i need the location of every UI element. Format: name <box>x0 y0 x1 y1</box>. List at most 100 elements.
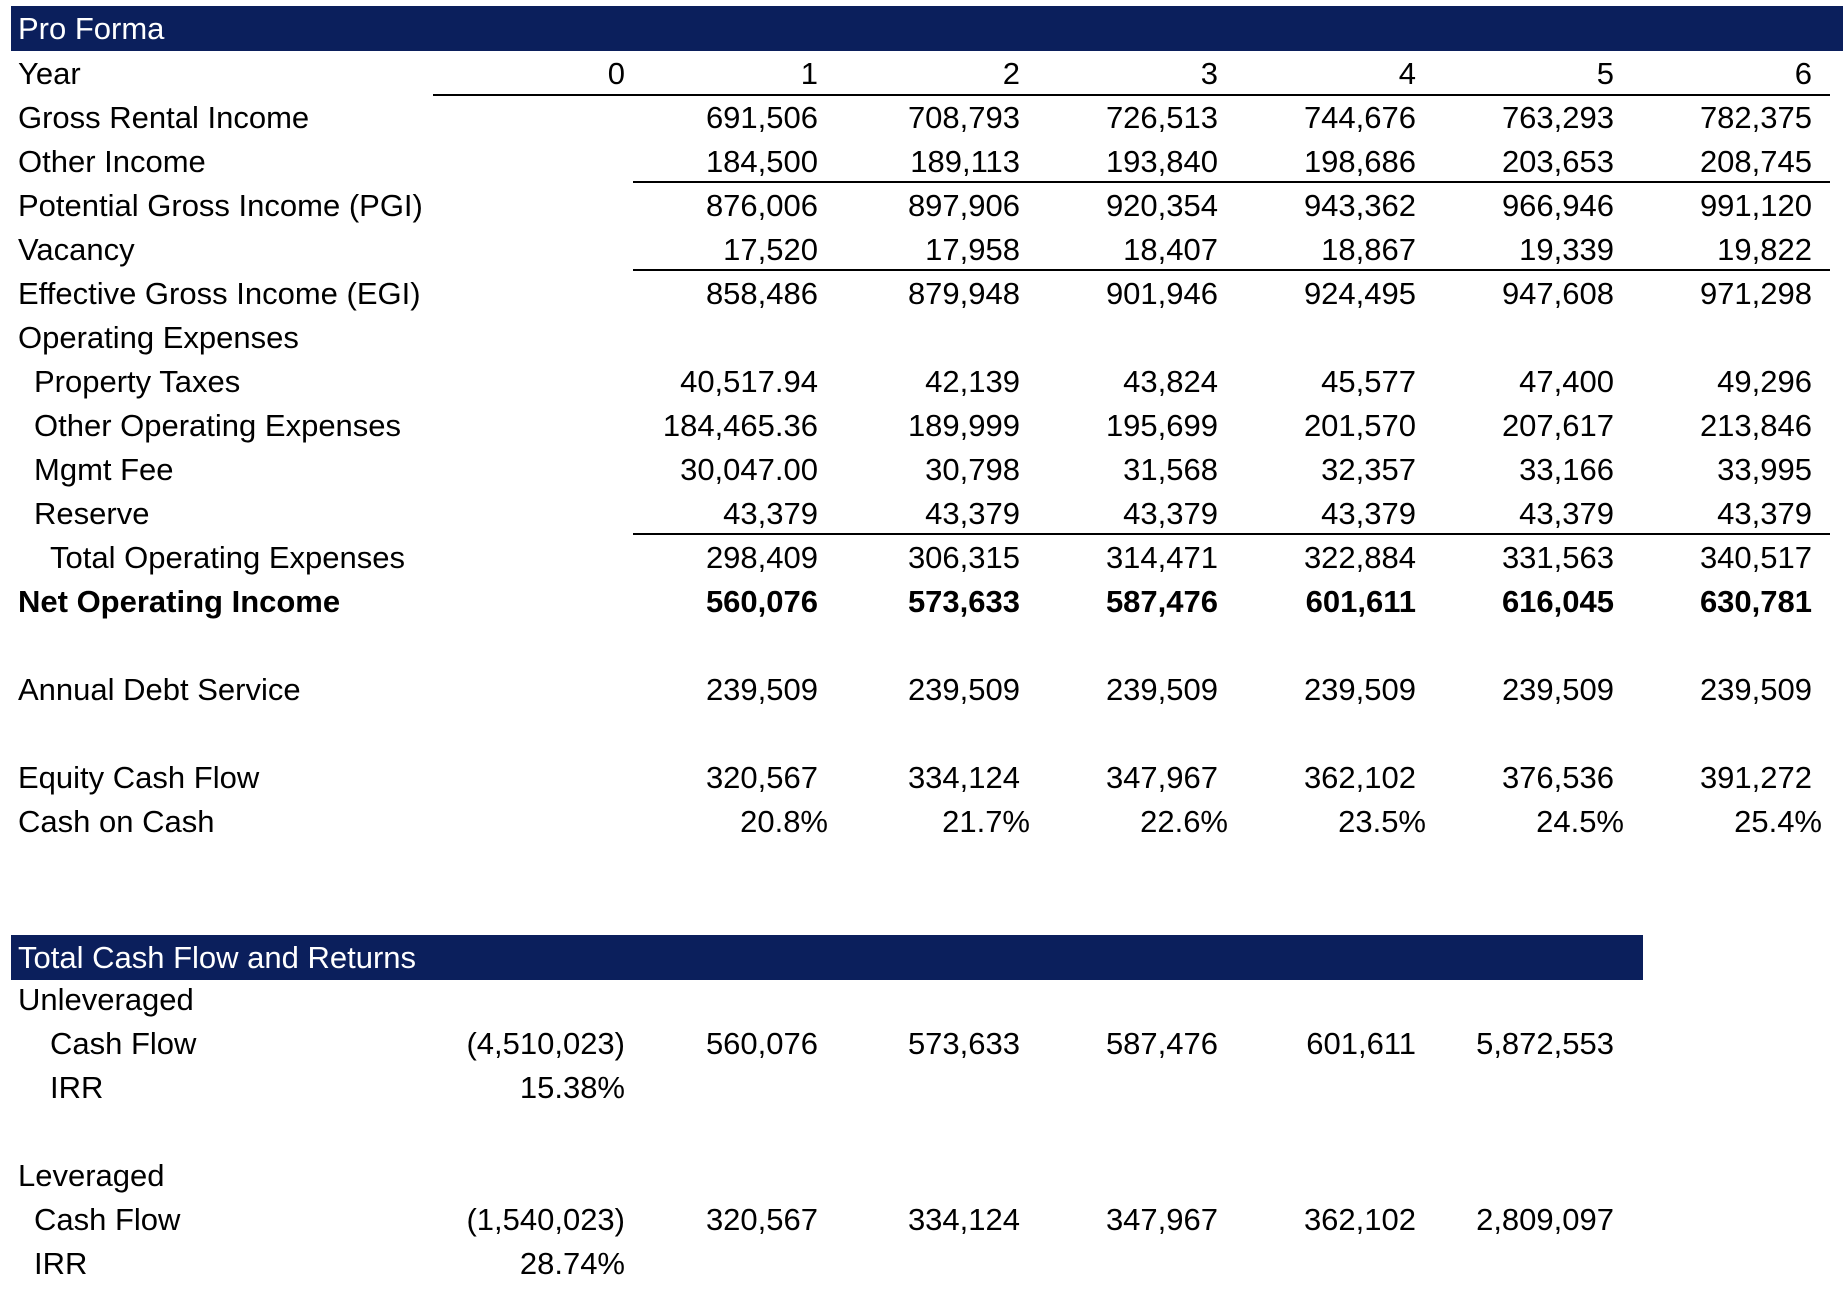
table-cell: 213,846 <box>1699 408 1812 443</box>
table-cell: 347,967 <box>1105 760 1218 795</box>
irr-value: 15.38% <box>519 1070 625 1105</box>
table-cell: 239,509 <box>1501 672 1614 707</box>
table-cell: 184,500 <box>705 144 818 179</box>
table-cell: 19,822 <box>1717 232 1812 267</box>
table-cell: 322,884 <box>1303 540 1416 575</box>
row-label: Total Operating Expenses <box>50 540 405 575</box>
table-cell: 207,617 <box>1501 408 1614 443</box>
table-cell: 42,139 <box>925 364 1020 399</box>
pro-forma-row: Effective Gross Income (EGI) 858,486 879,9… <box>0 272 1844 316</box>
table-cell: 897,906 <box>907 188 1020 223</box>
year-header-cell: 6 <box>1794 56 1812 91</box>
table-cell: 376,536 <box>1501 760 1614 795</box>
table-cell: 947,608 <box>1501 276 1614 311</box>
table-cell: 33,995 <box>1717 452 1812 487</box>
year-header-cell: 2 <box>1002 56 1020 91</box>
table-cell: 20.8% <box>740 804 828 839</box>
table-cell: 17,520 <box>723 232 818 267</box>
subtotal-rule <box>633 533 1830 535</box>
table-cell: 726,513 <box>1105 100 1218 135</box>
year-header-cell: 3 <box>1200 56 1218 91</box>
row-label: Vacancy <box>18 232 135 267</box>
table-cell: 33,166 <box>1519 452 1614 487</box>
irr-value: 28.74% <box>519 1246 625 1281</box>
table-cell: 24.5% <box>1536 804 1624 839</box>
table-cell: 966,946 <box>1501 188 1614 223</box>
table-cell: 943,362 <box>1303 188 1416 223</box>
table-cell: 334,124 <box>907 1202 1020 1237</box>
table-cell: 876,006 <box>705 188 818 223</box>
row-label: Net Operating Income <box>18 584 341 619</box>
table-cell: 320,567 <box>705 1202 818 1237</box>
subtotal-rule <box>633 181 1830 183</box>
pro-forma-row: Potential Gross Income (PGI) 876,006 897,9… <box>0 184 1844 228</box>
row-label: Property Taxes <box>34 364 241 399</box>
table-cell: 560,076 <box>705 1026 818 1061</box>
table-cell: 920,354 <box>1105 188 1218 223</box>
table-cell: 708,793 <box>907 100 1020 135</box>
table-cell: 23.5% <box>1338 804 1426 839</box>
leveraged-irr-row: IRR 28.74% <box>0 1242 1844 1286</box>
pro-forma-row: Operating Expenses <box>0 316 1844 360</box>
table-cell: 991,120 <box>1699 188 1812 223</box>
table-cell: 391,272 <box>1699 760 1812 795</box>
pro-forma-row: Annual Debt Service 239,509 239,509 239,509… <box>0 668 1844 712</box>
table-cell: 32,357 <box>1321 452 1416 487</box>
table-cell: 193,840 <box>1105 144 1218 179</box>
table-cell: 587,476 <box>1105 1026 1218 1061</box>
table-cell: 362,102 <box>1303 1202 1416 1237</box>
unleveraged-row: Unleveraged <box>0 978 1844 1022</box>
table-cell: 971,298 <box>1699 276 1812 311</box>
pro-forma-row: Cash on Cash 20.8% 21.7% 22.6% 23.5% 24.5% 25.… <box>0 800 1844 844</box>
row-label: Potential Gross Income (PGI) <box>18 188 423 223</box>
table-cell: 208,745 <box>1699 144 1812 179</box>
leveraged-cash-flow-row: Cash Flow (1,540,023) 320,567 334,124 347,96… <box>0 1198 1844 1242</box>
pro-forma-row: Other Operating Expenses 184,465.36 189,99… <box>0 404 1844 448</box>
table-cell: 239,509 <box>705 672 818 707</box>
year-header-cell: 0 <box>607 56 625 91</box>
table-cell: 43,379 <box>1123 496 1218 531</box>
table-cell: 601,611 <box>1305 584 1416 619</box>
table-cell: 45,577 <box>1321 364 1416 399</box>
pro-forma-row: Vacancy 17,520 17,958 18,407 18,867 19,339 19,… <box>0 228 1844 272</box>
table-cell: 43,379 <box>723 496 818 531</box>
table-cell: 201,570 <box>1303 408 1416 443</box>
table-cell: 314,471 <box>1105 540 1218 575</box>
row-label: Cash Flow <box>34 1202 181 1237</box>
pro-forma-row: Property Taxes 40,517.94 42,139 43,824 45,57… <box>0 360 1844 404</box>
row-label: Other Operating Expenses <box>34 408 402 443</box>
year-header-cell: 5 <box>1596 56 1614 91</box>
row-label: Leveraged <box>18 1158 165 1193</box>
pro-forma-row: Total Operating Expenses 298,409 306,315 31… <box>0 536 1844 580</box>
year-header-cell: 1 <box>800 56 818 91</box>
table-cell: 189,999 <box>907 408 1020 443</box>
row-label: Equity Cash Flow <box>18 760 260 795</box>
table-cell: 347,967 <box>1105 1202 1218 1237</box>
row-label: Year <box>18 56 81 91</box>
table-cell: 560,076 <box>705 584 818 619</box>
table-cell: 43,824 <box>1123 364 1218 399</box>
unleveraged-cash-flow-row: Cash Flow (4,510,023) 560,076 573,633 587,47… <box>0 1022 1844 1066</box>
table-cell: 587,476 <box>1105 584 1218 619</box>
row-label: Other Income <box>18 144 206 179</box>
table-cell: 630,781 <box>1699 584 1812 619</box>
leveraged-row: Leveraged <box>0 1154 1844 1198</box>
table-cell: (1,540,023) <box>466 1202 625 1237</box>
spreadsheet: Pro Forma Total Cash Flow and Returns Ye… <box>0 0 1844 1290</box>
row-label: Operating Expenses <box>18 320 299 355</box>
table-cell: 43,379 <box>1321 496 1416 531</box>
pro-forma-row: Equity Cash Flow 320,567 334,124 347,967 362… <box>0 756 1844 800</box>
table-cell: 879,948 <box>907 276 1020 311</box>
table-cell: 19,339 <box>1519 232 1614 267</box>
table-cell: 25.4% <box>1734 804 1822 839</box>
row-label: Effective Gross Income (EGI) <box>18 276 421 311</box>
row-label: Cash Flow <box>50 1026 197 1061</box>
pro-forma-title: Pro Forma <box>18 11 165 46</box>
table-cell: 2,809,097 <box>1476 1202 1614 1237</box>
table-cell: 43,379 <box>1519 496 1614 531</box>
table-cell: 40,517.94 <box>680 364 818 399</box>
row-label: Mgmt Fee <box>34 452 174 487</box>
row-label: Annual Debt Service <box>18 672 301 707</box>
row-label: Gross Rental Income <box>18 100 310 135</box>
table-cell: 298,409 <box>705 540 818 575</box>
